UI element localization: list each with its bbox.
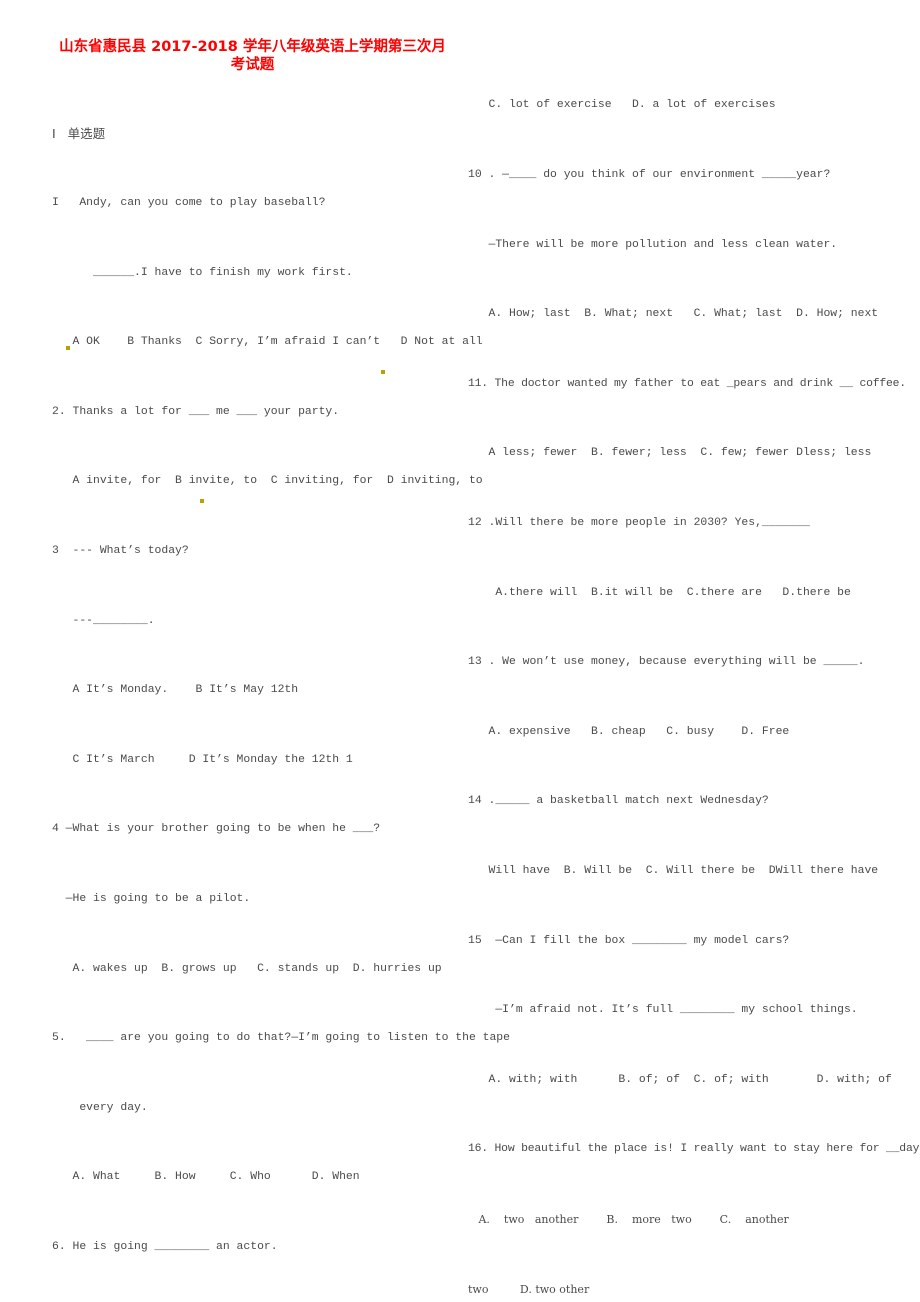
question-line: A. What B. How C. Who D. When [52, 1171, 360, 1184]
question-line: every day. [52, 1101, 148, 1114]
question-line: 11. The doctor wanted my father to eat _… [468, 377, 906, 390]
question-line: A. with; with B. of; of C. of; with D. w… [468, 1073, 892, 1086]
left-column: I 单选题 I Andy, can you come to play baseb… [52, 76, 510, 1302]
question-line: 3 --- What’s today? [52, 544, 189, 557]
question-line: 5. ____ are you going to do that?—I’m go… [52, 1032, 510, 1045]
question-line: 16. How beautiful the place is! I really… [468, 1143, 920, 1156]
question-line: —He is going to be a pilot. [52, 892, 251, 905]
question-line: A. expensive B. cheap C. busy D. Free [468, 725, 790, 738]
right-column: C. lot of exercise D. a lot of exercises… [468, 48, 920, 1302]
question-line: 10 . —____ do you think of our environme… [468, 169, 831, 181]
question-line: 4 —What is your brother going to be when… [52, 823, 381, 836]
document-page: 山东省惠民县 2017-2018 学年八年级英语上学期第三次月考试题 I 单选题… [0, 0, 920, 1296]
section-heading: I 单选题 [52, 126, 106, 142]
question-line: I Andy, can you come to play baseball? [52, 197, 326, 209]
question-line: A OK B Thanks C Sorry, I’m afraid I can’… [52, 336, 483, 349]
question-line: 6. He is going ________ an actor. [52, 1240, 278, 1253]
question-line: 2. Thanks a lot for ___ me ___ your part… [52, 405, 340, 418]
question-line: C. lot of exercise D. a lot of exercises [468, 99, 776, 112]
question-line: 14 ._____ a basketball match next Wednes… [468, 795, 769, 808]
question-line: 12 .Will there be more people in 2030? Y… [468, 516, 810, 529]
question-line: A invite, for B invite, to C inviting, f… [52, 475, 483, 488]
question-line: ---________. [52, 614, 155, 627]
highlight-mark-icon [381, 370, 385, 374]
question-line: Will have B. Will be C. Will there be DW… [468, 864, 879, 877]
question-line: —I’m afraid not. It’s full ________ my s… [468, 1004, 858, 1017]
question-line: A. two another B. more two C. another [468, 1212, 789, 1226]
highlight-mark-icon [66, 346, 70, 350]
question-line: ______.I have to finish my work first. [52, 266, 353, 279]
question-line: A It’s Monday. B It’s May 12th [52, 684, 299, 697]
question-line: A less; fewer B. fewer; less C. few; few… [468, 447, 872, 460]
question-line: two D. two other [468, 1282, 590, 1296]
question-line: A. How; last B. What; next C. What; last… [468, 308, 879, 321]
question-line: 15 —Can I fill the box ________ my model… [468, 934, 790, 947]
question-line: —There will be more pollution and less c… [468, 238, 838, 251]
question-line: 13 . We won’t use money, because everyth… [468, 656, 865, 669]
highlight-mark-icon [200, 499, 204, 503]
page-title: 山东省惠民县 2017-2018 学年八年级英语上学期第三次月考试题 [59, 39, 446, 73]
question-line: C It’s March D It’s Monday the 12th 1 [52, 753, 353, 766]
question-line: A. wakes up B. grows up C. stands up D. … [52, 962, 442, 975]
question-line: A.there will B.it will be C.there are D.… [468, 586, 851, 599]
